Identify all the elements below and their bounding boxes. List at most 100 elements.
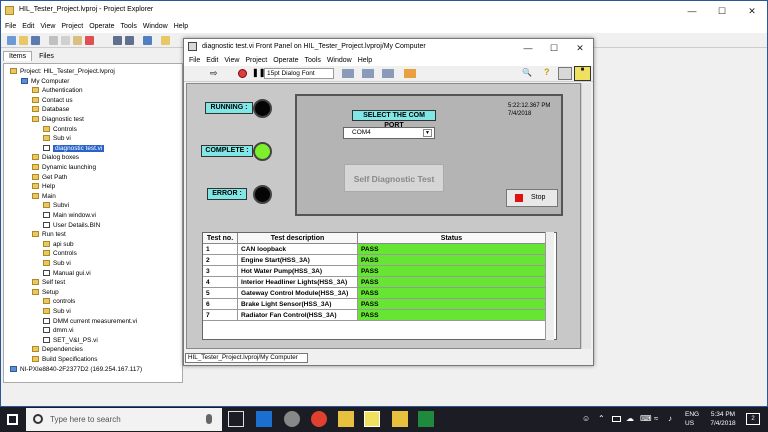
tree-item[interactable]: Sub vi (43, 307, 71, 316)
taskbar-search[interactable]: Type here to search (26, 408, 222, 431)
tree-item[interactable]: Sub vi (43, 134, 71, 143)
tree-item[interactable]: Contact us (32, 96, 73, 105)
chevron-down-icon[interactable]: ▼ (423, 129, 432, 137)
close-button[interactable]: ✕ (737, 3, 767, 19)
app-icon[interactable] (284, 411, 300, 427)
tree-item[interactable]: controls (43, 297, 75, 306)
front-panel-titlebar[interactable]: diagnostic test.vi Front Panel on HIL_Te… (184, 39, 593, 55)
network-icon[interactable]: ☁ (626, 414, 634, 423)
tree-item[interactable]: api sub (43, 240, 74, 249)
tab-items[interactable]: Items (3, 51, 33, 61)
fp-maximize-button[interactable]: ☐ (541, 41, 567, 55)
tree-item[interactable]: Dynamic launching (32, 163, 96, 172)
tree-item[interactable]: Controls (43, 125, 77, 134)
tree-item[interactable]: Self test (32, 278, 65, 287)
tree-item[interactable]: Dependencies (32, 345, 83, 354)
pe-menu-edit[interactable]: Edit (22, 21, 34, 33)
fp-menu-project[interactable]: Project (245, 55, 267, 66)
pe-menu-tools[interactable]: Tools (120, 21, 136, 33)
copy-icon[interactable] (61, 36, 70, 45)
results-table[interactable]: Test no. Test description Status 1 CAN loopb… (202, 232, 557, 340)
tree-item[interactable]: Main window.vi (43, 211, 96, 220)
task-view-icon[interactable] (228, 411, 244, 427)
paste-icon[interactable] (73, 36, 82, 45)
delete-icon[interactable] (85, 36, 94, 45)
tree-item[interactable]: Help (32, 182, 55, 191)
open-icon[interactable] (19, 36, 28, 45)
help-icon[interactable]: ? (544, 67, 550, 77)
abort-icon[interactable] (238, 69, 247, 78)
tree-item[interactable]: User Details.BIN (43, 221, 100, 230)
tree-item[interactable]: My Computer (21, 77, 69, 86)
tree-item[interactable]: Get Path (32, 173, 67, 182)
notification-icon[interactable]: 2 (746, 413, 760, 425)
fp-menu-help[interactable]: Help (358, 55, 372, 66)
minimize-button[interactable]: — (677, 3, 707, 19)
tree-item[interactable]: SET_V&I_PS.vi (43, 336, 98, 345)
project-tree[interactable]: Project: HIL_Tester_Project.lvproj My Com… (3, 63, 183, 383)
wifi-icon[interactable]: ≈ (654, 414, 658, 423)
tree-item[interactable]: Diagnostic test (32, 115, 84, 124)
vi-taskbar-icon[interactable] (364, 411, 380, 427)
project-explorer-titlebar[interactable]: HIL_Tester_Project.lvproj - Project Expl… (1, 1, 767, 21)
build-icon[interactable] (113, 36, 122, 45)
tree-item[interactable]: NI-PXIe8840-2F2377D2 (169.254.167.117) (10, 365, 142, 374)
outlook-icon[interactable] (256, 411, 272, 427)
tree-item[interactable]: Build Specifications (32, 355, 97, 364)
tree-item[interactable]: Run test (32, 230, 66, 239)
language-indicator[interactable]: ENG US (685, 410, 701, 430)
tree-item[interactable]: Manual gui.vi (43, 269, 91, 278)
new-icon[interactable] (7, 36, 16, 45)
tree-item[interactable]: Dialog boxes (32, 153, 79, 162)
run-arrow-icon[interactable]: ⇨ (210, 68, 218, 79)
search-icon[interactable]: 🔍 (522, 68, 532, 77)
labview-icon[interactable] (338, 411, 354, 427)
folder-icon[interactable] (161, 36, 170, 45)
tree-item[interactable]: Subvi (43, 201, 69, 210)
clock[interactable]: 5:34 PM 7/4/2018 (706, 410, 740, 430)
pe-menu-help[interactable]: Help (174, 21, 188, 33)
tree-item[interactable]: Main (32, 192, 56, 201)
people-icon[interactable]: ☺ (582, 414, 590, 423)
table-scrollbar[interactable] (545, 232, 554, 340)
tree-item[interactable]: Sub vi (43, 259, 71, 268)
tree-item[interactable]: diagnostic test.vi (43, 144, 105, 153)
view-icon[interactable] (143, 36, 152, 45)
file-explorer-icon[interactable] (392, 411, 408, 427)
keyboard-icon[interactable]: ⌨ (640, 414, 652, 423)
windows-start-icon[interactable] (7, 414, 18, 425)
tree-item[interactable]: Controls (43, 249, 77, 258)
fp-menu-window[interactable]: Window (327, 55, 352, 66)
tab-files[interactable]: Files (34, 52, 59, 61)
tree-item[interactable]: DMM current measurement.vi (43, 317, 137, 326)
chrome-icon[interactable] (311, 411, 327, 427)
align-icon[interactable] (342, 69, 354, 78)
reorder-icon[interactable] (404, 69, 416, 78)
pe-menu-window[interactable]: Window (143, 21, 168, 33)
fp-menu-tools[interactable]: Tools (304, 55, 320, 66)
tree-item[interactable]: Project: HIL_Tester_Project.lvproj (10, 67, 115, 76)
stop-button[interactable]: Stop (506, 189, 558, 207)
maximize-button[interactable]: ☐ (707, 3, 737, 19)
tree-item[interactable]: Authentication (32, 86, 83, 95)
battery-icon[interactable] (612, 416, 621, 422)
pe-menu-operate[interactable]: Operate (89, 21, 114, 33)
distribute-icon[interactable] (362, 69, 374, 78)
font-select[interactable]: 15pt Dialog Font (264, 68, 334, 79)
pe-menu-file[interactable]: File (5, 21, 16, 33)
fp-minimize-button[interactable]: — (515, 41, 541, 55)
panel-scrollbar[interactable] (581, 83, 591, 349)
fp-menu-file[interactable]: File (189, 55, 200, 66)
tray-up-icon[interactable]: ⌃ (598, 414, 605, 423)
fp-close-button[interactable]: ✕ (567, 41, 593, 55)
excel-icon[interactable] (418, 411, 434, 427)
resize-icon[interactable] (382, 69, 394, 78)
microphone-icon[interactable] (206, 414, 212, 424)
fp-menu-view[interactable]: View (224, 55, 239, 66)
pe-menu-project[interactable]: Project (61, 21, 83, 33)
pe-menu-view[interactable]: View (40, 21, 55, 33)
self-diagnostic-button[interactable]: Self Diagnostic Test (344, 164, 444, 192)
com-port-select[interactable]: COM4 ▼ (343, 127, 435, 139)
save-icon[interactable] (31, 36, 40, 45)
tree-item[interactable]: dmm.vi (43, 326, 74, 335)
